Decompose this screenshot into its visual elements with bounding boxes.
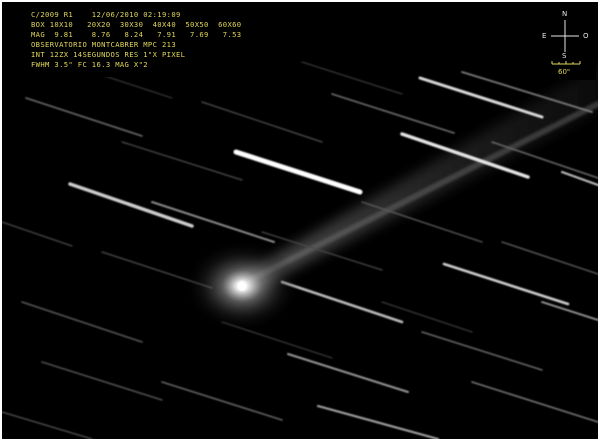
star-trail xyxy=(471,381,598,423)
image-frame: C/2009 R1 12/06/2010 02:19:09 BOX 10X10 … xyxy=(2,2,598,439)
star-trail xyxy=(316,404,440,439)
comet-tail-streamer xyxy=(238,100,598,288)
star-trail xyxy=(201,101,323,143)
star-trail xyxy=(2,221,73,247)
compass-north-label: N xyxy=(562,10,568,18)
info-line-fwhm: FWHM 3.5" FC 16.3 MAG X"2 xyxy=(31,60,148,69)
compass-west-label: O xyxy=(583,32,589,40)
star-trail xyxy=(541,301,598,321)
star-trail xyxy=(418,76,544,119)
star-trail xyxy=(442,262,570,306)
orientation-compass: N S E O 60" xyxy=(538,6,596,80)
star-trail xyxy=(280,280,404,324)
star-trail xyxy=(421,331,543,371)
star-trail xyxy=(560,170,598,187)
star-trail xyxy=(21,301,143,343)
compass-south-label: S xyxy=(562,52,567,60)
star-trail xyxy=(161,381,283,421)
info-line-magnitudes: MAG 9.81 8.76 8.24 7.91 7.69 7.53 xyxy=(31,30,242,39)
comet-nucleus xyxy=(237,281,247,291)
star-trail xyxy=(68,182,194,228)
observation-info-box: C/2009 R1 12/06/2010 02:19:09 BOX 10X10 … xyxy=(5,5,289,77)
info-line-box-sizes: BOX 10X10 20X20 30X30 40X40 50X50 60X60 xyxy=(31,20,242,29)
star-trail xyxy=(501,241,598,275)
info-line-observatory: OBSERVATORIO MONTCABRER MPC 213 xyxy=(31,40,176,49)
compass-east-label: E xyxy=(542,32,547,40)
scale-bar-label: 60" xyxy=(558,68,571,76)
star-trail xyxy=(151,201,275,243)
star-trail xyxy=(233,149,363,195)
star-trail xyxy=(301,61,403,95)
star-trail xyxy=(2,411,93,439)
star-trail xyxy=(491,141,598,179)
star-trail xyxy=(287,353,409,393)
info-line-integration: INT 12ZX 14SEGUNDOS RES 1"X PIXEL xyxy=(31,50,186,59)
star-trail xyxy=(41,361,163,401)
star-trail xyxy=(121,141,243,181)
star-trail xyxy=(381,301,473,333)
star-trail xyxy=(331,93,455,134)
info-line-object-date: C/2009 R1 12/06/2010 02:19:09 xyxy=(31,10,181,19)
star-trail xyxy=(25,97,143,137)
